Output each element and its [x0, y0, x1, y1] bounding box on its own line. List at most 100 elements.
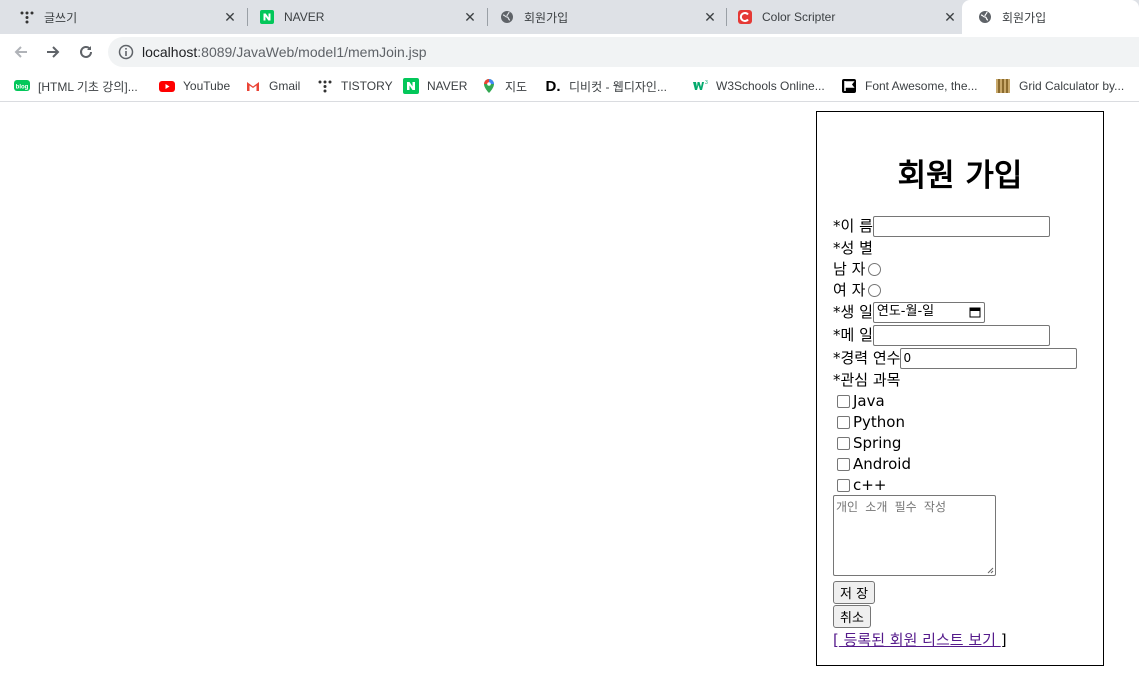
naver-icon — [260, 10, 274, 24]
close-icon[interactable]: ✕ — [462, 9, 478, 25]
gmail-icon — [245, 78, 261, 94]
career-input[interactable]: 0 — [900, 347, 1078, 369]
dbcut-icon: D. — [545, 77, 561, 95]
bookmark-label: TISTORY — [341, 79, 393, 93]
bookmark-maps[interactable]: 지도 — [481, 76, 527, 96]
tab-join-1[interactable]: 회원가입 ✕ — [480, 0, 726, 34]
globe-icon — [500, 10, 514, 24]
interest-label: *관심 과목 — [833, 371, 901, 389]
career-label: *경력 연수 — [833, 349, 901, 367]
birth-date-placeholder: 연도-월-일 — [876, 304, 935, 319]
python-checkbox[interactable] — [837, 415, 850, 429]
reload-button[interactable] — [74, 40, 98, 64]
male-label: 남 자 — [833, 260, 866, 278]
tab-color-scripter[interactable]: Color Scripter ✕ — [718, 0, 966, 34]
intro-textarea[interactable]: 개인 소개 필수 작성 — [833, 495, 996, 576]
youtube-icon — [159, 78, 175, 94]
female-radio[interactable] — [868, 283, 882, 297]
back-arrow-icon — [14, 46, 27, 58]
gender-row: *성 별 — [833, 238, 873, 258]
email-label: *메 일 — [833, 326, 873, 344]
bookmark-youtube[interactable]: YouTube — [159, 76, 230, 96]
bookmark-label: NAVER — [427, 79, 468, 93]
intro-placeholder: 개인 소개 필수 작성 — [836, 500, 946, 514]
bookmark-grid-calculator[interactable]: Grid Calculator by... — [995, 76, 1124, 96]
toolbar: localhost:8089/JavaWeb/model1/memJoin.js… — [0, 34, 1139, 70]
calendar-icon[interactable] — [969, 306, 981, 318]
page-title: 회원 가입 — [897, 158, 1023, 194]
tistory-icon — [20, 10, 34, 24]
back-button[interactable] — [9, 40, 33, 64]
bookmark-label: 지도 — [505, 79, 528, 94]
naver-icon — [403, 78, 419, 94]
birth-date-input[interactable]: 연도-월-일 — [872, 301, 985, 323]
name-label: *이 름 — [833, 217, 873, 235]
bookmark-w3schools[interactable]: 3 W3Schools Online... — [692, 76, 825, 96]
interest-cpp-row[interactable]: c++ — [833, 475, 886, 495]
bookmark-label: Gmail — [269, 79, 301, 93]
career-row: *경력 연수 0 — [833, 347, 1078, 369]
close-icon[interactable]: ✕ — [222, 9, 238, 25]
blog-icon: blog — [14, 78, 30, 94]
gender-label: *성 별 — [833, 239, 873, 257]
fontawesome-icon — [841, 78, 857, 94]
android-checkbox[interactable] — [837, 457, 850, 471]
info-icon[interactable] — [118, 44, 134, 60]
cancel-button[interactable]: 취소 — [833, 605, 871, 628]
bookmarks-bar: blog [HTML 기초 강의]... YouTube Gmail TISTO… — [0, 70, 1139, 102]
tab-naver[interactable]: NAVER ✕ — [240, 0, 486, 34]
bookmark-label: YouTube — [183, 79, 231, 93]
bookmark-html-lecture[interactable]: blog [HTML 기초 강의]... — [14, 76, 138, 96]
tistory-icon — [317, 78, 333, 94]
birth-label: *생 일 — [833, 303, 873, 321]
svg-text:blog: blog — [16, 85, 29, 91]
url-host: localhost — [142, 44, 198, 60]
spring-checkbox[interactable] — [837, 436, 850, 450]
address-bar[interactable]: localhost:8089/JavaWeb/model1/memJoin.js… — [108, 37, 1139, 67]
interest-spring-row[interactable]: Spring — [833, 433, 901, 453]
name-input[interactable] — [872, 215, 1050, 237]
tab-write[interactable]: 글쓰기 ✕ — [0, 0, 246, 34]
female-label: 여 자 — [833, 281, 866, 299]
maps-icon — [481, 78, 497, 94]
w3schools-icon: 3 — [692, 78, 708, 94]
android-label: Android — [853, 455, 911, 473]
colorscripter-icon — [738, 10, 752, 24]
bookmark-gmail[interactable]: Gmail — [245, 76, 300, 96]
tab-title: Color Scripter — [762, 10, 836, 24]
bookmark-label: W3Schools Online... — [716, 79, 825, 93]
forward-button[interactable] — [41, 40, 65, 64]
bookmark-font-awesome[interactable]: Font Awesome, the... — [841, 76, 978, 96]
close-icon[interactable]: ✕ — [942, 9, 958, 25]
bookmark-naver[interactable]: NAVER — [403, 76, 467, 96]
tab-title: 회원가입 — [1002, 10, 1047, 25]
member-list-link[interactable]: 등록된 회원 리스트 보기 — [839, 631, 1001, 649]
tab-title: 회원가입 — [524, 10, 569, 25]
link-bracket-close: ] — [1000, 631, 1007, 649]
female-row: 여 자 — [833, 280, 882, 300]
close-icon[interactable]: ✕ — [702, 9, 718, 25]
bookmark-label: Font Awesome, the... — [865, 79, 978, 93]
male-row: 남 자 — [833, 259, 882, 279]
reload-icon — [80, 45, 92, 58]
grid-calculator-icon — [995, 78, 1011, 94]
resize-handle-icon[interactable] — [986, 566, 994, 574]
name-row: *이 름 — [833, 215, 1050, 237]
bookmark-tistory[interactable]: TISTORY — [317, 76, 393, 96]
male-radio[interactable] — [868, 262, 882, 276]
bookmark-label: Grid Calculator by... — [1019, 79, 1125, 93]
cpp-checkbox[interactable] — [837, 478, 850, 492]
java-checkbox[interactable] — [837, 394, 850, 408]
bookmark-label: [HTML 기초 강의]... — [38, 79, 138, 94]
interest-java-row[interactable]: Java — [833, 391, 885, 411]
cpp-label: c++ — [853, 476, 887, 494]
interest-row: *관심 과목 — [833, 370, 900, 390]
interest-python-row[interactable]: Python — [833, 412, 905, 432]
save-button[interactable]: 저 장 — [833, 581, 876, 604]
tab-title: NAVER — [284, 10, 325, 24]
bookmark-dbcut[interactable]: D. 디비컷 - 웹디자인... — [545, 76, 667, 96]
tab-join-active[interactable]: 회원가입 — [962, 0, 1139, 34]
email-input[interactable] — [872, 324, 1050, 346]
interest-android-row[interactable]: Android — [833, 454, 911, 474]
tab-strip: 글쓰기 ✕ NAVER ✕ 회원가입 ✕ Color Scripter ✕ 회원… — [0, 0, 1139, 34]
